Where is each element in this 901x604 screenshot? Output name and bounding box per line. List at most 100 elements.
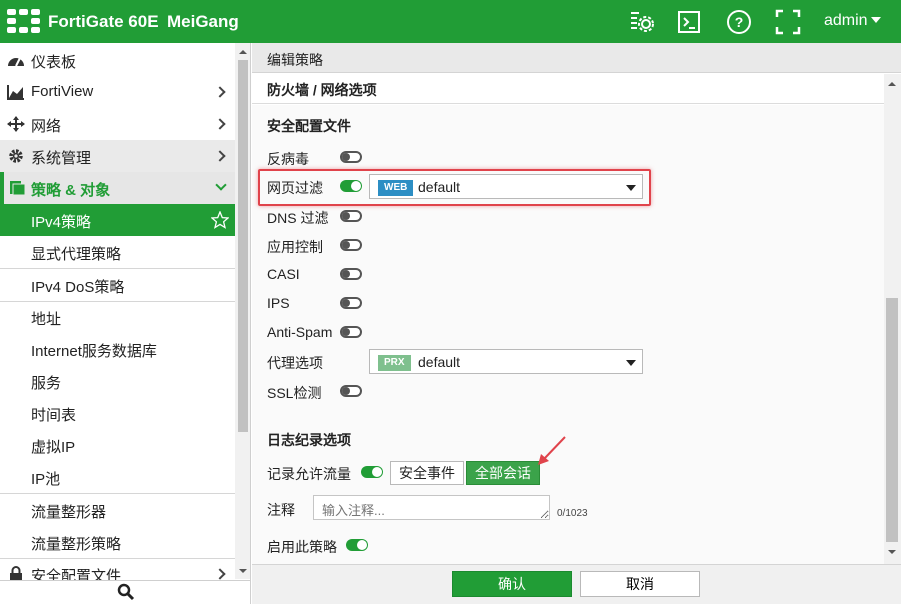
- casi-label: CASI: [267, 266, 300, 282]
- prx-tag: PRX: [378, 355, 411, 371]
- scroll-up-icon[interactable]: [888, 82, 896, 86]
- web-filter-select[interactable]: WEB default: [369, 174, 643, 199]
- sidebar-scrollbar-thumb[interactable]: [238, 60, 248, 432]
- sidebar-item-label: IPv4策略: [31, 214, 92, 231]
- sidebar-item-label: 地址: [31, 311, 62, 328]
- ok-button[interactable]: 确认: [452, 571, 572, 597]
- chevron-down-icon: [870, 17, 881, 23]
- section-header-title: 防火墙 / 网络选项: [267, 82, 377, 98]
- dropdown-arrow-icon: [626, 185, 636, 191]
- web-filter-label: 网页过滤: [267, 180, 323, 196]
- comment-input[interactable]: [313, 495, 550, 520]
- proxy-options-label: 代理选项: [267, 355, 323, 371]
- chevron-right-icon: [214, 150, 226, 162]
- sidebar-item-label: 策略 & 对象: [31, 182, 111, 199]
- log-allowed-traffic-label: 记录允许流量: [267, 466, 351, 482]
- chevron-down-icon: [215, 179, 227, 191]
- comment-char-counter: 0/1023: [557, 508, 588, 519]
- form-footer: 确认 取消: [252, 564, 901, 604]
- chevron-right-icon: [214, 118, 226, 130]
- sidebar-item-traffic-shaping-policy[interactable]: 流量整形策略: [0, 526, 235, 558]
- web-filter-toggle[interactable]: [340, 180, 362, 192]
- search-icon[interactable]: [117, 583, 135, 601]
- sidebar-item-address[interactable]: 地址: [0, 301, 235, 333]
- red-arrow-annotation-icon: [538, 436, 566, 465]
- sidebar-item-label: 仪表板: [31, 54, 77, 71]
- sidebar: 仪表板 FortiView 网络 系统管理 策略 & 对象 IPv4策略 显式代…: [0, 43, 251, 604]
- ssl-inspection-toggle[interactable]: [340, 385, 362, 397]
- sidebar-item-label: 流量整形策略: [31, 536, 122, 553]
- sidebar-item-label: 网络: [31, 118, 62, 135]
- app-control-toggle[interactable]: [340, 239, 362, 251]
- sidebar-item-internet-service-db[interactable]: Internet服务数据库: [0, 333, 235, 365]
- sidebar-item-explicit-proxy-policy[interactable]: 显式代理策略: [0, 236, 235, 268]
- cancel-button[interactable]: 取消: [580, 571, 700, 597]
- sidebar-item-label: 显式代理策略: [31, 246, 122, 263]
- app-control-label: 应用控制: [267, 239, 323, 255]
- sidebar-item-label: 虚拟IP: [31, 439, 76, 456]
- sidebar-item-ip-pools[interactable]: IP池: [0, 461, 235, 493]
- fullscreen-icon[interactable]: [775, 9, 801, 35]
- breadcrumb-label: 编辑策略: [267, 52, 323, 68]
- network-icon: [7, 116, 25, 132]
- dns-filter-label: DNS 过滤: [267, 210, 329, 226]
- product-name: FortiGate 60E: [48, 12, 159, 31]
- username: admin: [824, 12, 868, 29]
- svg-text:?: ?: [735, 14, 744, 30]
- ips-label: IPS: [267, 295, 290, 311]
- chart-icon: [7, 85, 24, 100]
- star-icon[interactable]: [211, 211, 229, 229]
- chevron-right-icon: [214, 568, 226, 580]
- top-bar: FortiGate 60E MeiGang ? admin: [0, 0, 901, 43]
- casi-toggle[interactable]: [340, 268, 362, 280]
- proxy-options-value: default: [418, 354, 461, 370]
- antivirus-label: 反病毒: [267, 151, 309, 167]
- log-allowed-traffic-toggle[interactable]: [361, 466, 383, 478]
- main-panel: 编辑策略 防火墙 / 网络选项 安全配置文件 反病毒 网页过滤 WEB defa…: [252, 43, 901, 604]
- chevron-right-icon: [214, 86, 226, 98]
- antispam-label: Anti-Spam: [267, 324, 333, 340]
- main-scrollbar-thumb[interactable]: [886, 298, 898, 542]
- web-tag: WEB: [378, 180, 414, 196]
- breadcrumb: 编辑策略: [252, 43, 901, 73]
- comment-label: 注释: [267, 502, 295, 518]
- sidebar-item-ipv4-policy[interactable]: IPv4策略: [0, 204, 235, 236]
- sidebar-item-dashboard[interactable]: 仪表板: [0, 44, 235, 76]
- dashboard-icon: [8, 57, 24, 67]
- scroll-down-icon[interactable]: [888, 550, 896, 554]
- sidebar-item-services[interactable]: 服务: [0, 365, 235, 397]
- antispam-toggle[interactable]: [340, 326, 362, 338]
- sidebar-item-policy-objects[interactable]: 策略 & 对象: [0, 172, 235, 204]
- enable-policy-toggle[interactable]: [346, 539, 368, 551]
- fortinet-logo-icon: [7, 9, 40, 33]
- ssl-inspection-label: SSL检测: [267, 385, 322, 401]
- sidebar-item-schedules[interactable]: 时间表: [0, 397, 235, 429]
- ips-toggle[interactable]: [340, 297, 362, 309]
- user-menu[interactable]: admin: [824, 12, 881, 30]
- security-profiles-title: 安全配置文件: [267, 118, 351, 134]
- help-icon[interactable]: ?: [726, 9, 752, 35]
- sidebar-item-label: 流量整形器: [31, 504, 107, 521]
- gear-icon: [9, 149, 23, 163]
- enable-policy-label: 启用此策略: [267, 539, 337, 555]
- sidebar-item-network[interactable]: 网络: [0, 108, 235, 140]
- sidebar-item-fortiview[interactable]: FortiView: [0, 76, 235, 108]
- log-security-events-option[interactable]: 安全事件: [390, 461, 464, 485]
- dns-filter-toggle[interactable]: [340, 210, 362, 222]
- section-header: 防火墙 / 网络选项: [252, 74, 884, 104]
- log-all-sessions-option[interactable]: 全部会话: [466, 461, 540, 485]
- sidebar-item-label: IP池: [31, 471, 61, 488]
- proxy-options-select[interactable]: PRX default: [369, 349, 643, 374]
- scroll-down-icon[interactable]: [239, 569, 247, 573]
- scroll-up-icon[interactable]: [239, 50, 247, 54]
- sidebar-item-ipv4-dos-policy[interactable]: IPv4 DoS策略: [0, 269, 235, 301]
- sidebar-item-label: IPv4 DoS策略: [31, 279, 125, 296]
- antivirus-toggle[interactable]: [340, 151, 362, 163]
- sidebar-search[interactable]: [0, 580, 250, 604]
- sidebar-item-traffic-shapers[interactable]: 流量整形器: [0, 494, 235, 526]
- settings-console-icon[interactable]: [629, 9, 655, 35]
- sidebar-item-label: 服务: [31, 375, 62, 392]
- sidebar-item-system[interactable]: 系统管理: [0, 140, 235, 172]
- cli-console-icon[interactable]: [677, 9, 703, 35]
- sidebar-item-virtual-ip[interactable]: 虚拟IP: [0, 429, 235, 461]
